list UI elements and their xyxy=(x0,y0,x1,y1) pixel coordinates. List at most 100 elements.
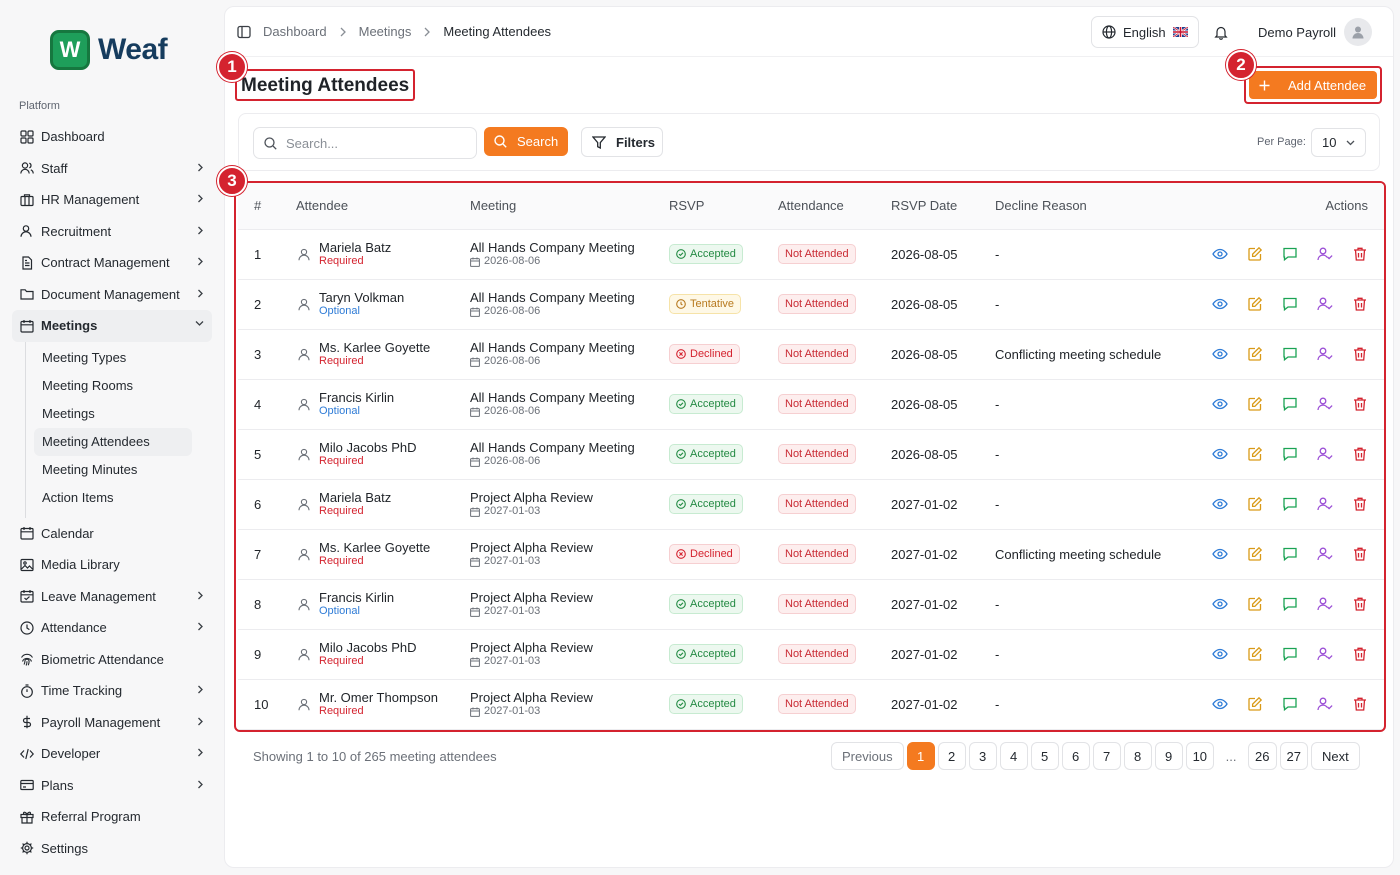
meeting-name[interactable]: Project Alpha Review xyxy=(470,490,669,505)
sidebar-item-dashboard[interactable]: Dashboard xyxy=(12,121,212,153)
trash-icon[interactable] xyxy=(1352,246,1368,262)
sidebar-subitem-action-items[interactable]: Action Items xyxy=(34,484,192,512)
sidebar-subitem-meetings[interactable]: Meetings xyxy=(34,400,192,428)
logo[interactable]: W Weaf xyxy=(50,30,168,70)
meeting-name[interactable]: Project Alpha Review xyxy=(470,590,669,605)
meeting-name[interactable]: All Hands Company Meeting xyxy=(470,240,669,255)
user-check-icon[interactable] xyxy=(1317,646,1333,662)
edit-icon[interactable] xyxy=(1247,546,1263,562)
trash-icon[interactable] xyxy=(1352,496,1368,512)
column-header-meeting[interactable]: Meeting xyxy=(470,183,669,230)
meeting-name[interactable]: All Hands Company Meeting xyxy=(470,440,669,455)
trash-icon[interactable] xyxy=(1352,296,1368,312)
sidebar-subitem-meeting-attendees[interactable]: Meeting Attendees xyxy=(34,427,192,456)
comment-icon[interactable] xyxy=(1282,546,1298,562)
view-icon[interactable] xyxy=(1212,296,1228,312)
edit-icon[interactable] xyxy=(1247,646,1263,662)
page-button-7[interactable]: 7 xyxy=(1092,742,1121,770)
filters-button[interactable]: Filters xyxy=(581,127,663,157)
page-button-2[interactable]: 2 xyxy=(937,742,966,770)
user-check-icon[interactable] xyxy=(1317,546,1333,562)
trash-icon[interactable] xyxy=(1352,396,1368,412)
view-icon[interactable] xyxy=(1212,596,1228,612)
user-check-icon[interactable] xyxy=(1317,396,1333,412)
sidebar-subitem-meeting-minutes[interactable]: Meeting Minutes xyxy=(34,456,192,484)
sidebar-item-attendance[interactable]: Attendance xyxy=(12,612,212,644)
view-icon[interactable] xyxy=(1212,496,1228,512)
user-check-icon[interactable] xyxy=(1317,596,1333,612)
sidebar-item-contract-management[interactable]: Contract Management xyxy=(12,247,212,279)
breadcrumb-meetings[interactable]: Meetings xyxy=(359,24,412,39)
view-icon[interactable] xyxy=(1212,696,1228,712)
sidebar-item-staff[interactable]: Staff xyxy=(12,153,212,185)
view-icon[interactable] xyxy=(1212,396,1228,412)
comment-icon[interactable] xyxy=(1282,346,1298,362)
comment-icon[interactable] xyxy=(1282,646,1298,662)
sidebar-subitem-meeting-rooms[interactable]: Meeting Rooms xyxy=(34,372,192,400)
previous-button[interactable]: Previous xyxy=(831,742,904,770)
trash-icon[interactable] xyxy=(1352,346,1368,362)
sidebar-item-time-tracking[interactable]: Time Tracking xyxy=(12,675,212,707)
attendee-name[interactable]: Francis Kirlin xyxy=(319,390,394,405)
breadcrumb-dashboard[interactable]: Dashboard xyxy=(263,24,327,39)
sidebar-toggle-icon[interactable] xyxy=(237,25,251,39)
attendee-name[interactable]: Mariela Batz xyxy=(319,240,391,255)
edit-icon[interactable] xyxy=(1247,346,1263,362)
sidebar-item-developer[interactable]: Developer xyxy=(12,738,212,770)
attendee-name[interactable]: Francis Kirlin xyxy=(319,590,394,605)
user-check-icon[interactable] xyxy=(1317,496,1333,512)
trash-icon[interactable] xyxy=(1352,546,1368,562)
comment-icon[interactable] xyxy=(1282,596,1298,612)
column-header-number[interactable]: # xyxy=(238,183,296,230)
column-header-decline-reason[interactable]: Decline Reason xyxy=(995,183,1191,230)
column-header-attendance[interactable]: Attendance xyxy=(778,183,891,230)
comment-icon[interactable] xyxy=(1282,296,1298,312)
attendee-name[interactable]: Ms. Karlee Goyette xyxy=(319,540,430,555)
sidebar-item-document-management[interactable]: Document Management xyxy=(12,279,212,311)
sidebar-subitem-meeting-types[interactable]: Meeting Types xyxy=(34,344,192,372)
column-header-attendee[interactable]: Attendee xyxy=(296,183,470,230)
sidebar-item-meetings[interactable]: Meetings xyxy=(12,310,212,342)
trash-icon[interactable] xyxy=(1352,446,1368,462)
search-button[interactable]: Search xyxy=(484,127,568,156)
edit-icon[interactable] xyxy=(1247,396,1263,412)
comment-icon[interactable] xyxy=(1282,496,1298,512)
user-check-icon[interactable] xyxy=(1317,346,1333,362)
comment-icon[interactable] xyxy=(1282,396,1298,412)
sidebar-item-recruitment[interactable]: Recruitment xyxy=(12,216,212,248)
edit-icon[interactable] xyxy=(1247,496,1263,512)
user-check-icon[interactable] xyxy=(1317,246,1333,262)
page-button-5[interactable]: 5 xyxy=(1030,742,1059,770)
comment-icon[interactable] xyxy=(1282,696,1298,712)
sidebar-item-payroll-management[interactable]: Payroll Management xyxy=(12,707,212,739)
page-button-6[interactable]: 6 xyxy=(1061,742,1090,770)
next-button[interactable]: Next xyxy=(1310,742,1360,770)
page-button-8[interactable]: 8 xyxy=(1123,742,1152,770)
page-button-3[interactable]: 3 xyxy=(968,742,997,770)
meeting-name[interactable]: All Hands Company Meeting xyxy=(470,290,669,305)
edit-icon[interactable] xyxy=(1247,296,1263,312)
trash-icon[interactable] xyxy=(1352,646,1368,662)
sidebar-item-settings[interactable]: Settings xyxy=(12,833,212,865)
user-check-icon[interactable] xyxy=(1317,446,1333,462)
page-button-1[interactable]: 1 xyxy=(906,742,935,770)
page-button-9[interactable]: 9 xyxy=(1154,742,1183,770)
edit-icon[interactable] xyxy=(1247,446,1263,462)
sidebar-item-leave-management[interactable]: Leave Management xyxy=(12,581,212,613)
attendee-name[interactable]: Milo Jacobs PhD xyxy=(319,440,417,455)
comment-icon[interactable] xyxy=(1282,446,1298,462)
bell-icon[interactable] xyxy=(1214,25,1228,40)
sidebar-item-referral-program[interactable]: Referral Program xyxy=(12,801,212,833)
sidebar-item-biometric-attendance[interactable]: Biometric Attendance xyxy=(12,644,212,676)
meeting-name[interactable]: Project Alpha Review xyxy=(470,690,669,705)
edit-icon[interactable] xyxy=(1247,246,1263,262)
edit-icon[interactable] xyxy=(1247,596,1263,612)
attendee-name[interactable]: Taryn Volkman xyxy=(319,290,404,305)
trash-icon[interactable] xyxy=(1352,596,1368,612)
attendee-name[interactable]: Ms. Karlee Goyette xyxy=(319,340,430,355)
language-selector[interactable]: English xyxy=(1091,16,1199,48)
meeting-name[interactable]: Project Alpha Review xyxy=(470,640,669,655)
page-button-10[interactable]: 10 xyxy=(1185,742,1215,770)
view-icon[interactable] xyxy=(1212,346,1228,362)
add-attendee-button[interactable]: Add Attendee xyxy=(1249,71,1377,99)
